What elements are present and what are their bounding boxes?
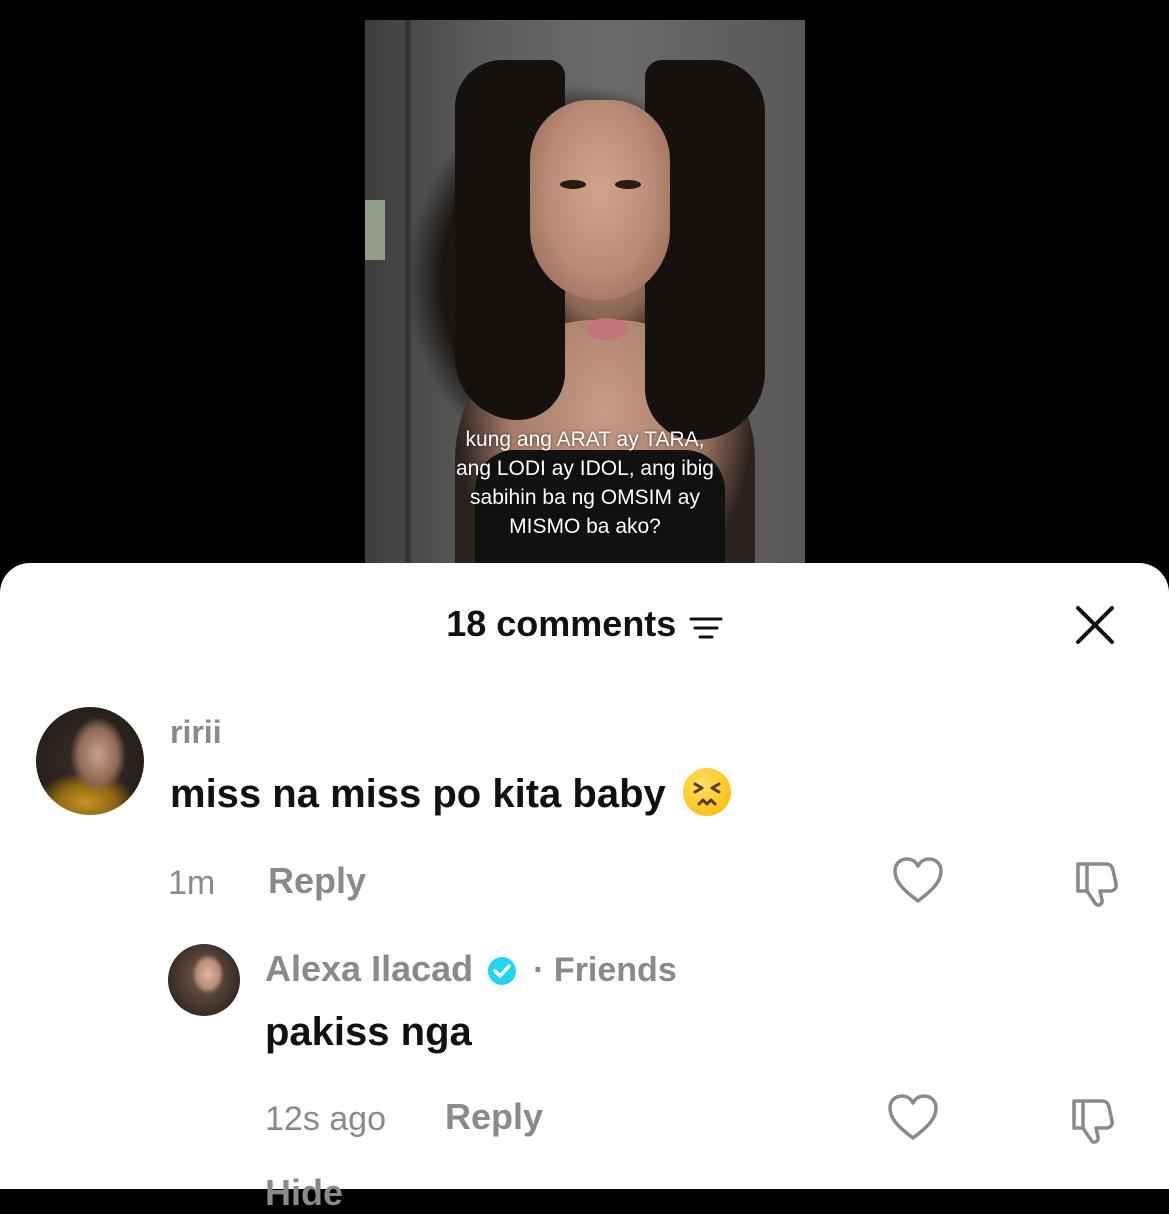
verified-badge-icon bbox=[487, 953, 517, 986]
video-caption: kung ang ARAT ay TARA, ang LODI ay IDOL,… bbox=[405, 425, 765, 541]
friends-label: · Friends bbox=[533, 951, 677, 989]
reply-timestamp: 12s ago bbox=[265, 1100, 386, 1138]
comments-count-title: 18 comments bbox=[446, 603, 677, 644]
caption-line: sabihin ba ng OMSIM ay bbox=[470, 486, 700, 509]
caption-line: ang LODI ay IDOL, ang ibig bbox=[456, 457, 714, 480]
heart-icon[interactable] bbox=[887, 1093, 939, 1148]
caption-line: kung ang ARAT ay TARA, bbox=[465, 428, 705, 451]
avatar[interactable] bbox=[168, 944, 240, 1016]
comments-header: 18 comments bbox=[0, 603, 1169, 647]
hide-replies-button[interactable]: Hide bbox=[265, 1172, 343, 1214]
filter-lines-icon[interactable] bbox=[689, 616, 723, 640]
video-preview[interactable]: kung ang ARAT ay TARA, ang LODI ay IDOL,… bbox=[365, 20, 805, 580]
dislike-icon[interactable] bbox=[1066, 1093, 1120, 1152]
video-background-light bbox=[365, 200, 385, 260]
close-icon[interactable] bbox=[1073, 603, 1117, 647]
persevering-face-emoji-icon bbox=[682, 768, 731, 817]
comment-text-content: miss na miss po kita baby bbox=[170, 772, 666, 816]
video-subject-eye-left bbox=[560, 180, 586, 189]
comment-timestamp: 1m bbox=[168, 864, 216, 902]
comment-text: miss na miss po kita baby bbox=[170, 768, 731, 820]
reply-button[interactable]: Reply bbox=[445, 1096, 543, 1138]
reply-username-row: Alexa Ilacad · Friends bbox=[265, 948, 677, 990]
caption-line: MISMO ba ako? bbox=[509, 515, 661, 538]
video-subject-face bbox=[530, 100, 670, 300]
dislike-icon[interactable] bbox=[1070, 856, 1124, 915]
video-subject-eye-right bbox=[615, 180, 641, 189]
reply-button[interactable]: Reply bbox=[268, 860, 366, 902]
heart-icon[interactable] bbox=[892, 856, 944, 911]
video-subject-lips bbox=[587, 318, 627, 340]
avatar[interactable] bbox=[36, 707, 144, 815]
reply-username[interactable]: Alexa Ilacad bbox=[265, 948, 473, 989]
reply-text: pakiss nga bbox=[265, 1010, 472, 1054]
comment-username[interactable]: ririi bbox=[170, 714, 222, 751]
